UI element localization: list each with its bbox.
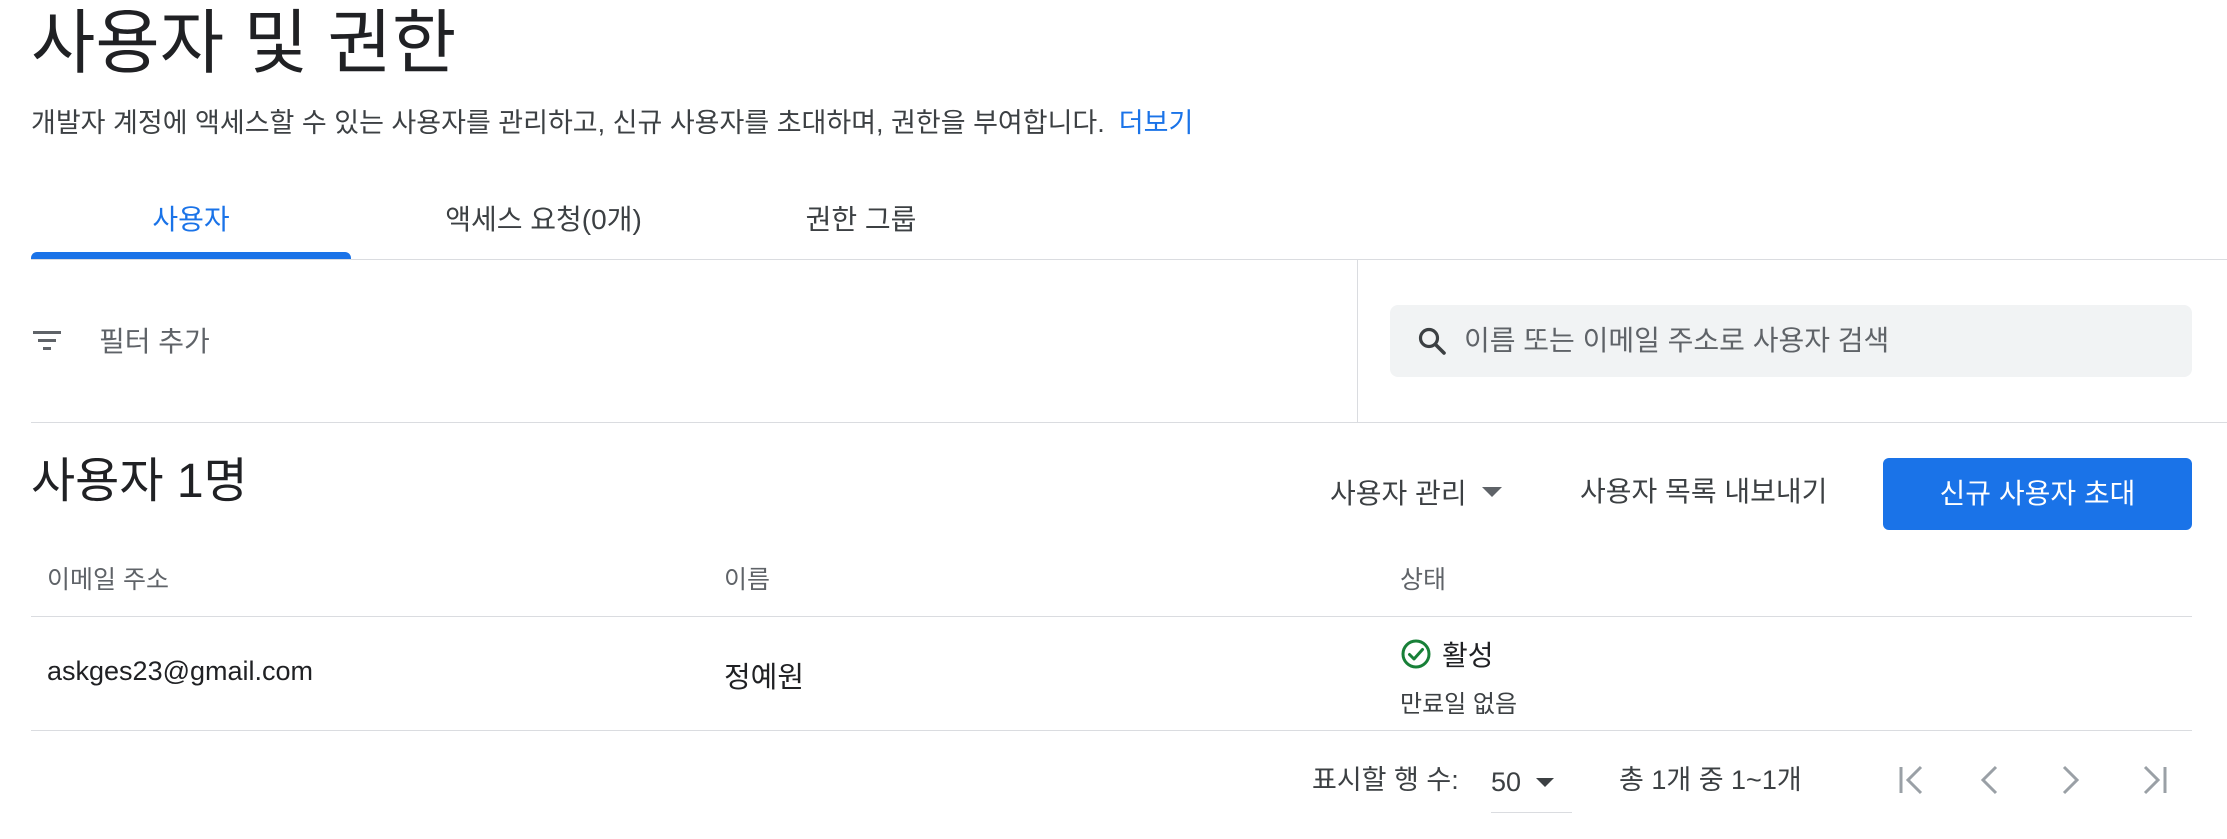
- first-page-icon: [1894, 762, 1930, 798]
- tab-bar: 사용자 액세스 요청(0개) 권한 그룹: [31, 180, 2227, 260]
- manage-users-button[interactable]: 사용자 관리: [1330, 462, 1503, 522]
- learn-more-link[interactable]: 더보기: [1119, 108, 1194, 138]
- users-count-title: 사용자 1명: [31, 455, 248, 508]
- check-circle-icon: [1400, 638, 1432, 670]
- dropdown-arrow-icon: [1481, 486, 1503, 498]
- filter-bottom-divider: [31, 422, 2227, 423]
- column-header-status[interactable]: 상태: [1400, 560, 1446, 596]
- user-status: 활성 만료일 없음: [1400, 634, 1517, 719]
- chevron-left-icon: [1972, 762, 2008, 798]
- user-search-box: [1390, 305, 2192, 377]
- expiry-text: 만료일 없음: [1400, 691, 1518, 718]
- first-page-button[interactable]: [1888, 754, 1936, 806]
- manage-users-label: 사용자 관리: [1330, 478, 1467, 509]
- user-email: askges23@gmail.com: [47, 656, 314, 686]
- search-icon: [1416, 325, 1448, 357]
- tab-users[interactable]: 사용자: [31, 180, 351, 260]
- last-page-button[interactable]: [2130, 754, 2178, 806]
- filter-search-divider: [1357, 260, 1358, 422]
- rows-per-page-select[interactable]: 50: [1491, 752, 1572, 813]
- table-header-divider: [31, 616, 2192, 617]
- status-label: 활성: [1442, 640, 1494, 671]
- chevron-right-icon: [2052, 762, 2088, 798]
- add-filter-label: 필터 추가: [99, 326, 210, 357]
- pagination-range: 총 1개 중 1~1개: [1619, 765, 1802, 795]
- invite-new-user-button[interactable]: 신규 사용자 초대: [1883, 458, 2192, 530]
- user-search-input[interactable]: [1462, 324, 2166, 358]
- page-description: 개발자 계정에 액세스할 수 있는 사용자를 관리하고, 신규 사용자를 초대하…: [31, 106, 1193, 140]
- last-page-icon: [2136, 762, 2172, 798]
- column-header-name[interactable]: 이름: [724, 560, 770, 596]
- add-filter-button[interactable]: 필터 추가: [31, 310, 210, 370]
- rows-per-page-label: 표시할 행 수:: [1312, 765, 1459, 795]
- export-users-button[interactable]: 사용자 목록 내보내기: [1580, 462, 1827, 522]
- tab-access-requests[interactable]: 액세스 요청(0개): [361, 180, 726, 260]
- description-text: 개발자 계정에 액세스할 수 있는 사용자를 관리하고, 신규 사용자를 초대하…: [31, 108, 1105, 138]
- tabs-divider: [31, 259, 2227, 260]
- dropdown-arrow-icon: [1535, 777, 1555, 788]
- tab-permission-groups[interactable]: 권한 그룹: [731, 180, 991, 260]
- previous-page-button[interactable]: [1966, 754, 2014, 806]
- filter-icon: [31, 328, 63, 352]
- next-page-button[interactable]: [2046, 754, 2094, 806]
- user-name: 정예원: [724, 662, 805, 694]
- column-header-email[interactable]: 이메일 주소: [47, 560, 169, 596]
- rows-per-page-value: 50: [1491, 766, 1522, 797]
- page-title: 사용자 및 권한: [31, 4, 457, 82]
- table-bottom-divider: [31, 730, 2192, 731]
